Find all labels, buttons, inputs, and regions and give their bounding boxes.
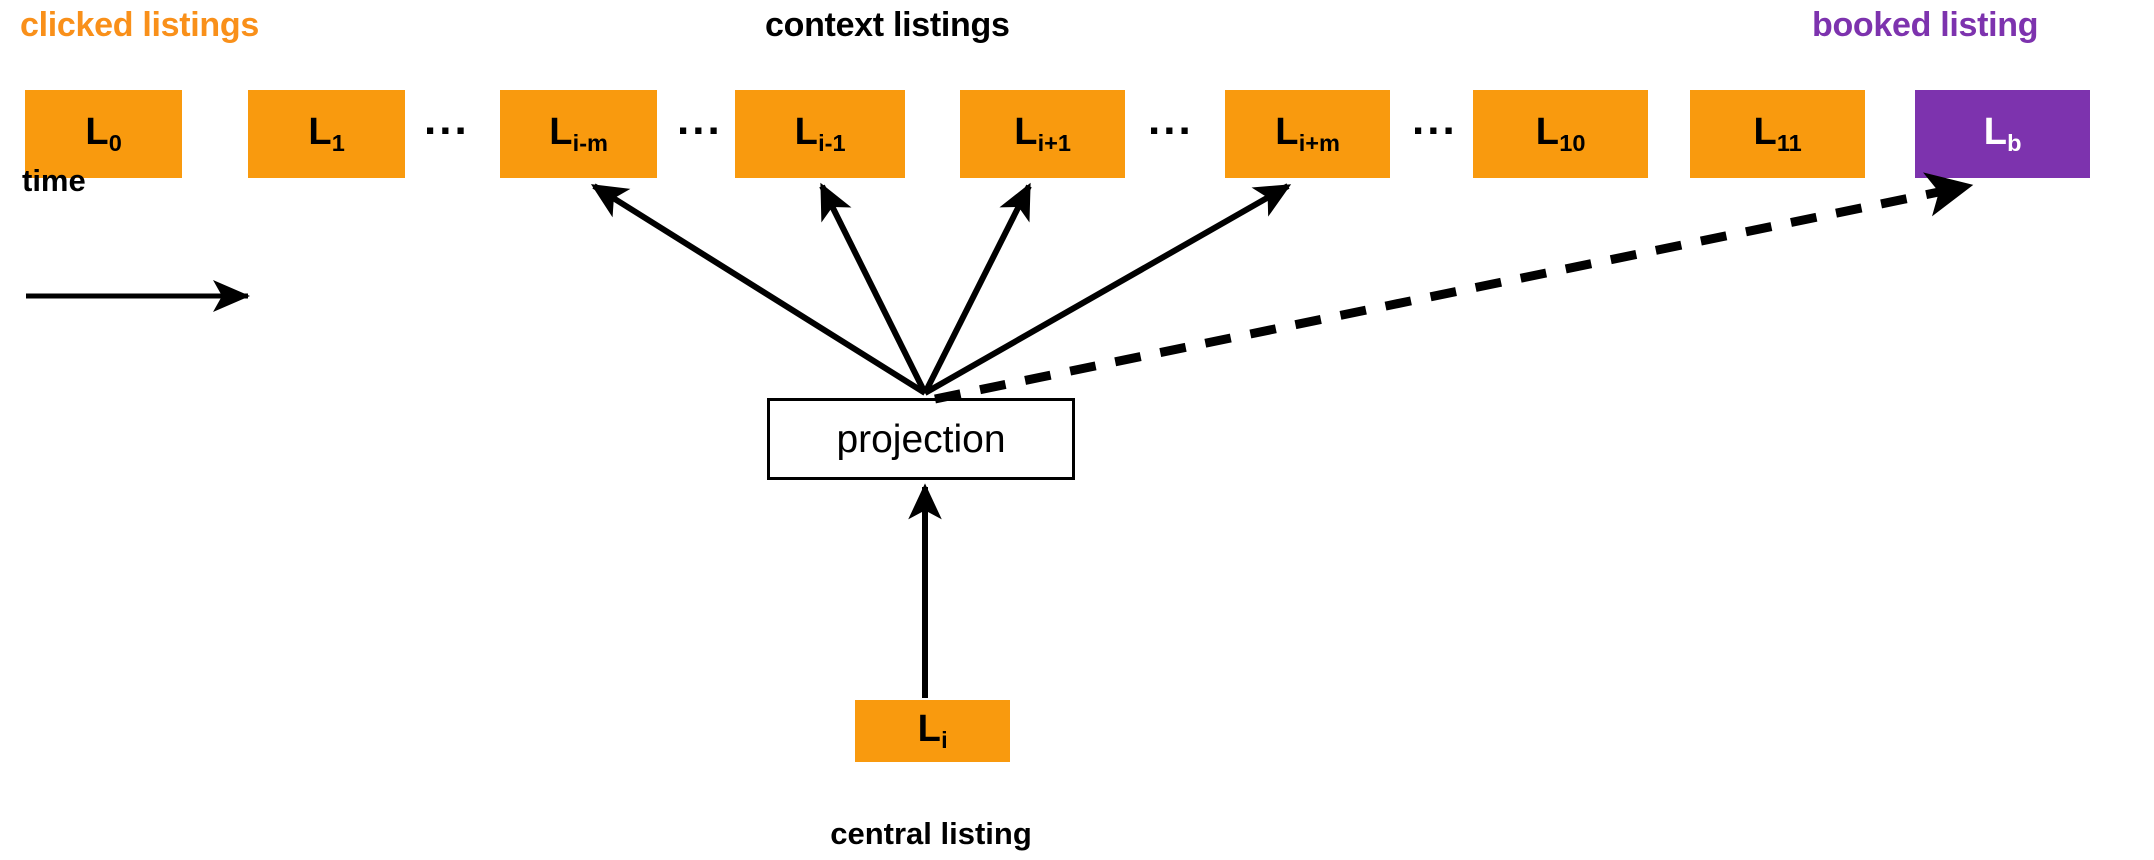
listing-box-Lb: Lb	[1915, 90, 2090, 178]
time-axis-label: time	[22, 163, 86, 198]
listing-box-central-Li-label: Li	[917, 708, 948, 754]
listing-box-Li+m: Li+m	[1225, 90, 1390, 178]
listing-box-L0-label: L0	[85, 111, 122, 157]
listing-box-L1-label: L1	[308, 111, 345, 157]
arrow-projection-to-Li+1	[922, 182, 1032, 395]
arrow-projection-to-Li+m	[923, 183, 1292, 396]
listing-box-L11-label: L11	[1753, 111, 1802, 157]
ellipsis-2: ...	[677, 95, 723, 144]
heading-context-listings: context listings	[765, 6, 1010, 44]
diagram-canvas: clicked listings context listings booked…	[0, 0, 2154, 860]
central-listing-caption: central listing	[830, 816, 1032, 851]
listing-box-Li-1-label: Li-1	[794, 111, 846, 157]
heading-clicked-listings: clicked listings	[20, 6, 259, 44]
listing-box-L10-label: L10	[1535, 111, 1586, 157]
listing-box-central-Li: Li	[855, 700, 1010, 762]
projection-label: projection	[836, 417, 1006, 461]
listing-box-Li+1-label: Li+1	[1014, 111, 1072, 157]
heading-booked-listing: booked listing	[1812, 6, 2039, 44]
ellipsis-4: ...	[1412, 95, 1458, 144]
ellipsis-1: ...	[424, 95, 470, 144]
listing-box-Li-1: Li-1	[735, 90, 905, 178]
arrow-projection-to-Lb-dashed	[934, 172, 1974, 404]
projection-box: projection	[767, 398, 1075, 480]
listing-box-L1: L1	[248, 90, 405, 178]
listing-box-Li+m-label: Li+m	[1275, 111, 1340, 157]
listing-box-L11: L11	[1690, 90, 1865, 178]
ellipsis-3: ...	[1148, 95, 1194, 144]
listing-box-Li+1: Li+1	[960, 90, 1125, 178]
listing-box-Li-m: Li-m	[500, 90, 657, 178]
arrow-projection-to-Li-m	[590, 183, 927, 396]
listing-box-L10: L10	[1473, 90, 1648, 178]
listing-box-Li-m-label: Li-m	[549, 111, 608, 157]
arrow-projection-to-Li-1	[819, 182, 928, 395]
listing-box-Lb-label: Lb	[1983, 111, 2022, 157]
